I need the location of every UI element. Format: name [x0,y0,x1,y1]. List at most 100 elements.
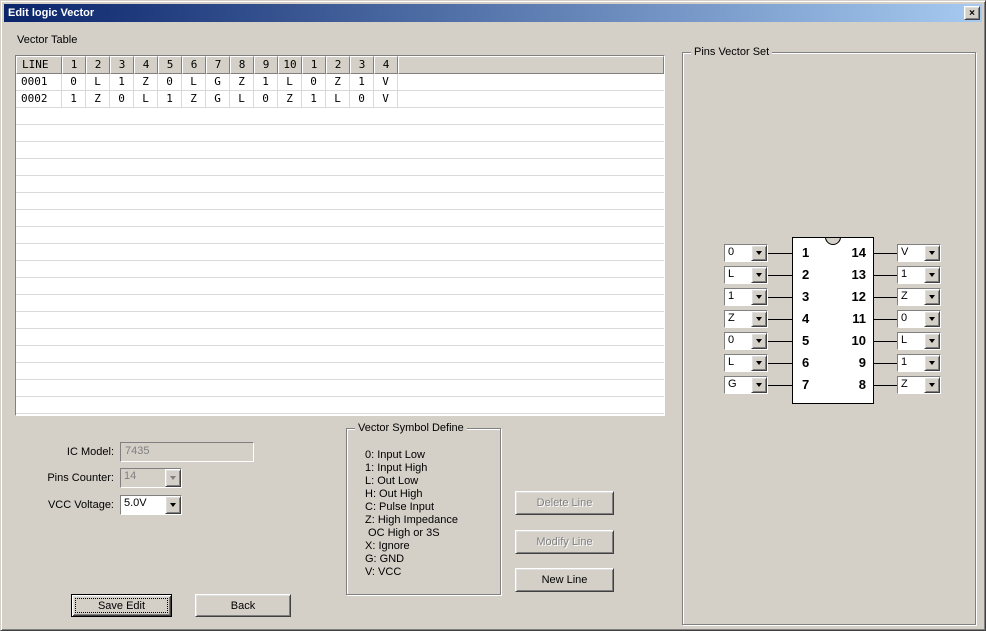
symbol-define-line: Z: High Impedance [365,514,458,526]
table-empty-row[interactable] [16,210,664,227]
pins-vector-set-group: Pins Vector Set 0 1 L 2 1 3 Z 4 0 5 L 6 G 7 V 14 1 13 Z 12 0… [682,46,976,625]
table-empty-row[interactable] [16,193,664,210]
pin-2-combo-dropdown-button[interactable] [751,267,767,283]
table-empty-row[interactable] [16,261,664,278]
symbol-define-line: V: VCC [365,566,402,578]
table-cell: 0 [254,91,278,107]
pin-4-combo[interactable]: Z [724,310,768,328]
chevron-down-icon [929,317,935,321]
table-empty-row[interactable] [16,244,664,261]
table-header-cell: 1 [302,56,326,74]
vector-symbol-define-label: Vector Symbol Define [355,422,467,434]
chevron-down-icon [756,273,762,277]
pin-10-combo-dropdown-button[interactable] [924,333,940,349]
pin-11-combo-dropdown-button[interactable] [924,311,940,327]
pin-5-combo-dropdown-button[interactable] [751,333,767,349]
pin-13-number: 13 [851,267,866,282]
pin-11-combo[interactable]: 0 [897,310,941,328]
pin-10-lead [874,341,897,342]
table-empty-row[interactable] [16,176,664,193]
table-empty-row[interactable] [16,227,664,244]
symbol-define-line: X: Ignore [365,540,410,552]
table-cell: Z [86,91,110,107]
pin-3-combo-value: 1 [728,290,735,302]
pin-14-combo-dropdown-button[interactable] [924,245,940,261]
pin-4-number: 4 [802,311,810,326]
table-empty-row[interactable] [16,159,664,176]
pin-5-combo[interactable]: 0 [724,332,768,350]
chevron-down-icon [170,476,176,480]
vcc-voltage-dropdown-button[interactable] [165,496,181,514]
symbol-define-line: G: GND [365,553,405,565]
pin-9-combo-dropdown-button[interactable] [924,355,940,371]
table-cell: G [206,91,230,107]
pin-1-number: 1 [802,245,810,260]
table-empty-row[interactable] [16,380,664,397]
pin-4-combo-dropdown-button[interactable] [751,311,767,327]
pin-2-lead [768,275,792,276]
pin-10-number: 10 [851,333,866,348]
pin-5-number: 5 [802,333,810,348]
table-empty-row[interactable] [16,363,664,380]
pin-11-number: 11 [852,311,866,326]
table-cell: L [134,91,158,107]
table-header-cell: 5 [158,56,182,74]
pin-6-combo-dropdown-button[interactable] [751,355,767,371]
table-empty-row[interactable] [16,295,664,312]
table-empty-row[interactable] [16,346,664,363]
vector-table[interactable]: LINE 1 2 3 4 5 6 7 8 9 10 1 2 3 4 0001 0 L 1 Z 0 L G Z 1 L 0 Z 1 V 00… [15,55,665,416]
table-cell-line: 0001 [16,74,62,90]
table-cell: 1 [62,91,86,107]
close-button[interactable]: × [964,6,980,20]
pin-8-combo[interactable]: Z [897,376,941,394]
pin-12-number: 12 [851,289,866,304]
pin-13-combo[interactable]: 1 [897,266,941,284]
vcc-voltage-select[interactable]: 5.0V [120,495,182,515]
pin-1-combo-dropdown-button[interactable] [751,245,767,261]
vcc-voltage-value: 5.0V [124,497,147,509]
pin-10-combo-value: L [901,334,908,346]
back-button[interactable]: Back [195,594,291,617]
pin-6-combo[interactable]: L [724,354,768,372]
pin-14-lead [874,253,897,254]
pins-counter-label: Pins Counter: [47,472,114,484]
table-empty-row[interactable] [16,312,664,329]
table-row[interactable]: 0001 0 L 1 Z 0 L G Z 1 L 0 Z 1 V [16,74,664,91]
save-edit-button[interactable]: Save Edit [71,594,172,617]
new-line-button[interactable]: New Line [515,568,614,592]
pin-12-combo-dropdown-button[interactable] [924,289,940,305]
pin-12-combo[interactable]: Z [897,288,941,306]
table-cell: 1 [302,91,326,107]
pin-12-lead [874,297,897,298]
table-header-cell: 10 [278,56,302,74]
table-header-cell: 2 [86,56,110,74]
vector-symbol-define-group: Vector Symbol Define 0: Input Low 1: Inpu… [346,422,501,595]
chevron-down-icon [756,383,762,387]
pin-3-combo[interactable]: 1 [724,288,768,306]
pin-7-combo[interactable]: G [724,376,768,394]
chevron-down-icon [756,317,762,321]
pin-8-combo-dropdown-button[interactable] [924,377,940,393]
table-empty-row[interactable] [16,125,664,142]
chevron-down-icon [756,361,762,365]
pin-2-combo[interactable]: L [724,266,768,284]
table-empty-row[interactable] [16,108,664,125]
table-empty-row[interactable] [16,278,664,295]
pin-7-lead [768,385,792,386]
table-empty-row[interactable] [16,329,664,346]
chevron-down-icon [929,383,935,387]
pin-3-combo-dropdown-button[interactable] [751,289,767,305]
pin-1-combo[interactable]: 0 [724,244,768,262]
pin-4-combo-value: Z [728,312,735,324]
pin-13-combo-dropdown-button[interactable] [924,267,940,283]
pin-9-combo[interactable]: 1 [897,354,941,372]
pin-10-combo[interactable]: L [897,332,941,350]
table-empty-row[interactable] [16,142,664,159]
table-header-cell: 4 [374,56,398,74]
ic-model-value: 7435 [125,445,150,457]
pin-7-combo-dropdown-button[interactable] [751,377,767,393]
titlebar[interactable]: Edit logic Vector × [4,4,982,22]
pin-14-combo[interactable]: V [897,244,941,262]
table-row[interactable]: 0002 1 Z 0 L 1 Z G L 0 Z 1 L 0 V [16,91,664,108]
table-empty-row[interactable] [16,397,664,414]
